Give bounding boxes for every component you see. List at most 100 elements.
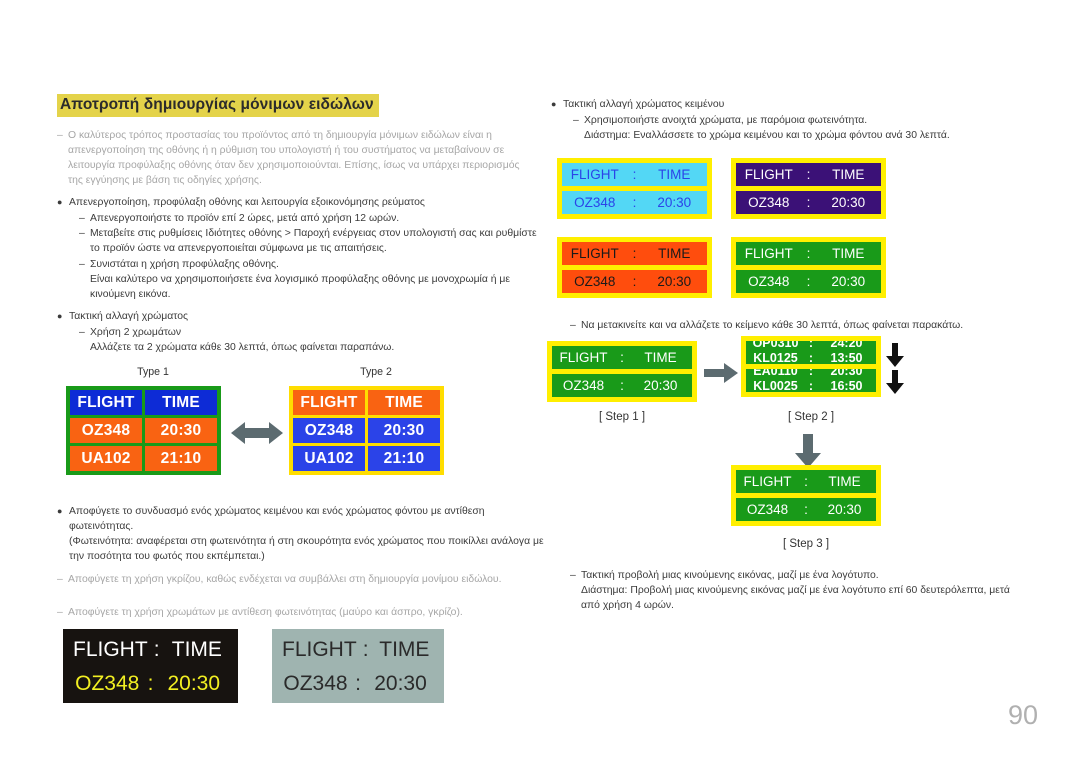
led-time: TIME (832, 246, 865, 261)
led-header-row: FLIGHT: TIME (736, 163, 881, 186)
scroll-row: KL0025 : 16:50 (746, 378, 876, 392)
bullet-marker: ● (57, 311, 63, 321)
led-header-row: FLIGHT: TIME (552, 346, 692, 369)
led-separator: : (632, 195, 637, 210)
swap-arrows-icon (229, 418, 285, 453)
led-time: TIME (658, 167, 691, 182)
step3-label: [ Step 3 ] (782, 538, 830, 550)
led-time: TIME (658, 246, 691, 261)
step2-label: [ Step 2 ] (787, 411, 835, 423)
led-time: 20:30 (831, 274, 866, 289)
flight-cell: 21:10 (145, 446, 217, 471)
dash-marker: – (79, 259, 85, 270)
flight-cell: TIME (145, 390, 217, 415)
led-separator: : (806, 246, 811, 261)
led-flight: FLIGHT (744, 246, 793, 261)
led-time: 20:30 (831, 195, 866, 210)
left-bullet-2: ● Τακτική αλλαγή χρώματος (57, 309, 537, 324)
led-header-row: FLIGHT: TIME (736, 470, 876, 493)
bullet-marker: ● (551, 99, 557, 109)
scroll-row: KL0125 : 13:50 (746, 350, 876, 364)
left-bullet-1: ● Απενεργοποίηση, προφύλαξη οθόνης και λ… (57, 195, 547, 210)
led-panel-cyan: FLIGHT: TIME OZ348: 20:30 (557, 158, 712, 219)
step1-label: [ Step 1 ] (598, 411, 646, 423)
dash-marker: – (570, 570, 576, 581)
led-flight: FLIGHT (570, 246, 619, 261)
left-sub-2-1: – Χρήση 2 χρωμάτων Αλλάζετε τα 2 χρώματα… (79, 325, 549, 355)
led-separator: : (620, 350, 624, 365)
arrow-right-icon (704, 363, 738, 388)
led-panel-purple: FLIGHT: TIME OZ348: 20:30 (731, 158, 886, 219)
big-time: 20:30 (374, 672, 427, 695)
left-sub-1-2: – Μεταβείτε στις ρυθμίσεις Ιδιότητες οθό… (79, 226, 539, 256)
led-panel-green: FLIGHT: TIME OZ348: 20:30 (731, 237, 886, 298)
right-sub-3-text: Τακτική προβολή μιας κινούμενης εικόνας,… (581, 570, 879, 581)
left-bullet-3-cont: (Φωτεινότητα: αναφέρεται στη φωτεινότητα… (69, 536, 544, 563)
left-sub-1-2-text: Μεταβείτε στις ρυθμίσεις Ιδιότητες οθόνη… (90, 228, 537, 255)
led-panel-orange: FLIGHT: TIME OZ348: 20:30 (557, 237, 712, 298)
flight-cell: OZ348 (293, 418, 365, 443)
led-data-row: OZ348: 20:30 (552, 374, 692, 397)
contrast-example-dark: FLIGHT: TIME OZ348:20:30 (63, 629, 238, 703)
led-separator: : (804, 474, 808, 489)
big-flight: FLIGHT (73, 638, 148, 661)
big-flight: OZ348 (283, 672, 348, 695)
dash-marker: – (79, 327, 85, 338)
bullet-marker: ● (57, 506, 63, 516)
dash-marker: – (573, 115, 579, 126)
flight-cell: UA102 (70, 446, 142, 471)
left-sub-1-1-text: Απενεργοποιήστε το προϊόν επί 2 ώρες, με… (90, 213, 400, 224)
left-bullet-3-text: Αποφύγετε το συνδυασμό ενός χρώματος κει… (69, 506, 485, 533)
arrow-down-thin-icon-1 (886, 343, 904, 372)
arrow-down-thin-icon-2 (886, 370, 904, 399)
left-sub-1-3-cont: Είναι καλύτερο να χρησιμοποιήσετε ένα λο… (90, 274, 511, 301)
left-sub-1-1: – Απενεργοποιήστε το προϊόν επί 2 ώρες, … (79, 211, 549, 226)
left-note-2: – Αποφύγετε τη χρήση χρωμάτων με αντίθεσ… (57, 605, 547, 620)
left-sub-1-3: – Συνιστάται η χρήση προφύλαξης οθόνης. … (79, 257, 549, 302)
big-header-row: FLIGHT: TIME (73, 633, 228, 667)
flight-cell: TIME (368, 390, 440, 415)
left-note-1: – Αποφύγετε τη χρήση γκρίζου, καθώς ενδέ… (57, 572, 537, 587)
contrast-example-gray: FLIGHT: TIME OZ348:20:30 (272, 629, 444, 703)
led-flight: OZ348 (748, 195, 790, 210)
right-sub-2: – Να μετακινείτε και να αλλάζετε το κείμ… (570, 318, 1030, 333)
scroll-time: 13:50 (830, 351, 863, 364)
flight-cell: 21:10 (368, 446, 440, 471)
right-sub-1-1-cont: Διάστημα: Εναλλάσσετε το χρώμα κειμένου … (584, 130, 950, 142)
type1-label: Type 1 (137, 366, 169, 378)
led-time: 20:30 (657, 274, 692, 289)
led-time: TIME (644, 350, 677, 365)
flight-cell: FLIGHT (293, 390, 365, 415)
page-number: 90 (1007, 700, 1038, 730)
led-time: 20:30 (827, 502, 862, 517)
left-intro-note-text: Ο καλύτερος τρόπος προστασίας του προϊόν… (68, 130, 520, 187)
led-flight: FLIGHT (743, 474, 792, 489)
flight-cell: 20:30 (368, 418, 440, 443)
led-data-row: OZ348: 20:30 (736, 270, 881, 293)
led-panel-step1: FLIGHT: TIME OZ348: 20:30 (547, 341, 697, 402)
led-flight: OZ348 (574, 274, 616, 289)
big-data-row: OZ348:20:30 (282, 667, 434, 701)
led-separator: : (632, 246, 637, 261)
dash-marker: – (79, 213, 85, 224)
led-separator: : (806, 195, 811, 210)
scroll-window-1: OP0310 : 24:20 KL0125 : 13:50 (746, 341, 876, 364)
flight-cell: FLIGHT (70, 390, 142, 415)
led-header-row: FLIGHT: TIME (736, 242, 881, 265)
big-time: 20:30 (167, 672, 221, 695)
led-separator: : (806, 274, 811, 289)
big-flight: OZ348 (75, 672, 140, 695)
led-header-row: FLIGHT: TIME (562, 242, 707, 265)
led-time: 20:30 (643, 378, 678, 393)
big-time: TIME (379, 638, 430, 661)
big-data-row: OZ348:20:30 (73, 667, 228, 701)
right-sub-1-1-text: Χρησιμοποιήστε ανοιχτά χρώματα, με παρόμ… (584, 115, 868, 126)
left-bullet-2-text: Τακτική αλλαγή χρώματος (69, 311, 189, 322)
led-panel-step2: OP0310 : 24:20 KL0125 : 13:50 EA0110 : 2… (741, 336, 881, 397)
right-sub-3: – Τακτική προβολή μιας κινούμενης εικόνα… (570, 568, 1030, 613)
flight-table-type2: FLIGHT TIME OZ348 20:30 UA102 21:10 (289, 386, 444, 475)
led-flight: OZ348 (746, 502, 789, 517)
led-flight: OZ348 (574, 195, 616, 210)
led-data-row: OZ348: 20:30 (736, 498, 876, 521)
dash-marker: – (57, 130, 63, 141)
